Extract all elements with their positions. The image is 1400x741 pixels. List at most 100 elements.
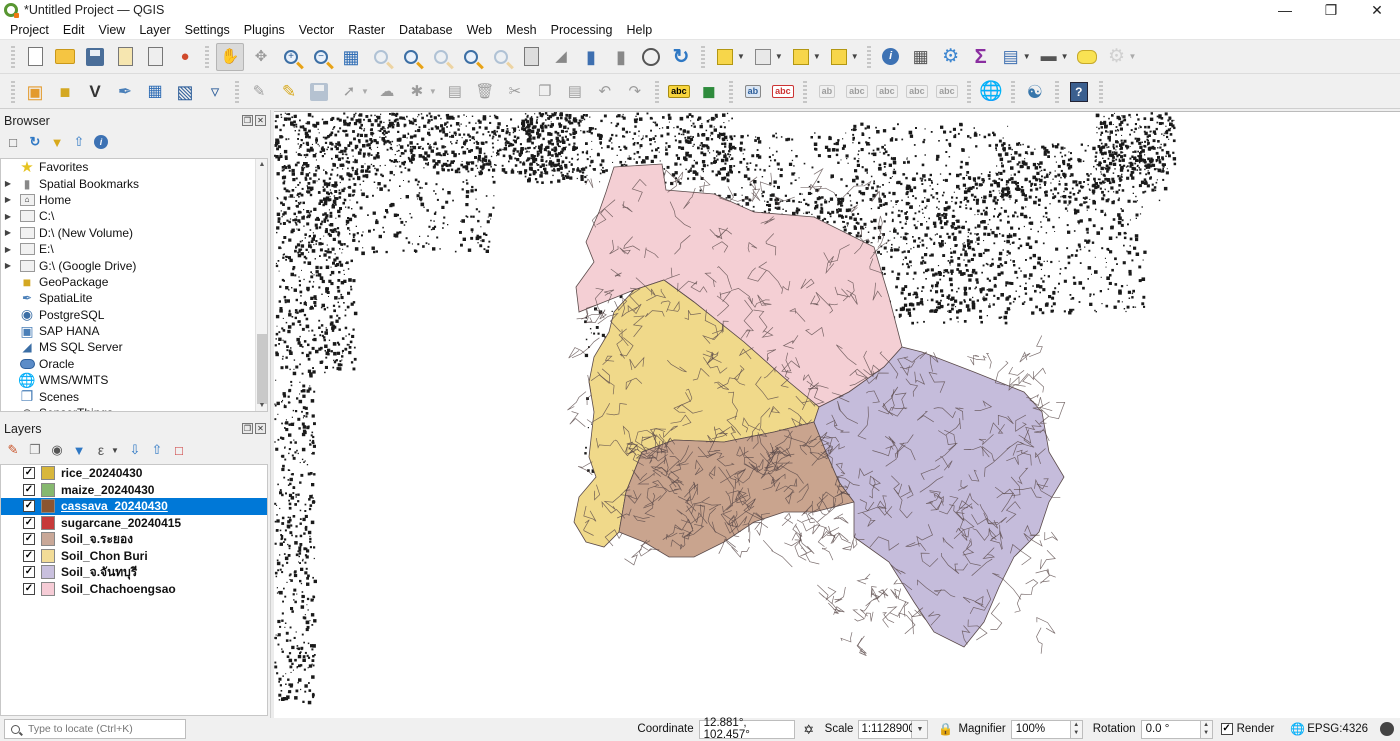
expand-arrow-icon[interactable]: ▶ <box>1 179 15 188</box>
new-mesh-layer-icon[interactable]: ▿ <box>204 81 226 103</box>
change-label-icon[interactable]: abc <box>936 81 958 103</box>
modify-attributes-icon[interactable]: ▤ <box>444 81 466 103</box>
layer-visibility-checkbox[interactable]: ✓ <box>23 500 35 513</box>
pin-unpin-label-icon[interactable]: ab <box>816 81 838 103</box>
browser-item-e-drive[interactable]: ▶ E:\ <box>1 241 267 257</box>
layer-row[interactable]: ✓ maize_20240430 <box>1 482 267 499</box>
zoom-native-icon[interactable] <box>430 46 452 68</box>
dropdown-arrow-icon[interactable]: ▼ <box>1061 52 1069 61</box>
browser-item-geopackage[interactable]: ■ GeoPackage <box>1 274 267 290</box>
layer-row[interactable]: ✓ Soil_จ.ระยอง <box>1 531 267 548</box>
save-project-icon[interactable] <box>84 46 106 68</box>
layout-manager-icon[interactable] <box>144 46 166 68</box>
toggle-editing-icon[interactable]: ✎ <box>278 81 300 103</box>
lock-scale-icon[interactable]: 🔒 <box>938 721 953 737</box>
locator-settings-icon[interactable]: ⚙ <box>1106 46 1128 68</box>
expand-arrow-icon[interactable]: ▶ <box>1 261 15 270</box>
toolbar-grip[interactable] <box>966 80 971 103</box>
expand-arrow-icon[interactable]: ▶ <box>1 228 15 237</box>
measure-line-icon[interactable]: ▬ <box>1038 46 1060 68</box>
save-edits-icon[interactable] <box>308 81 330 103</box>
new-spatialite-layer-icon[interactable]: ✒ <box>114 81 136 103</box>
data-source-manager-icon[interactable]: ▣ <box>24 81 46 103</box>
filter-by-expression-icon[interactable]: ε <box>92 441 110 459</box>
layer-labeling-icon[interactable]: abc <box>668 81 690 103</box>
vertex-tool-icon[interactable]: ✱ <box>406 81 428 103</box>
add-polygon-icon[interactable]: ☁ <box>376 81 398 103</box>
highlight-pinned-labels-icon[interactable]: abc <box>772 81 794 103</box>
new-bookmark-icon[interactable]: ▮ <box>580 46 602 68</box>
select-by-attribute-icon[interactable] <box>752 46 774 68</box>
refresh-icon[interactable]: ↻ <box>670 46 692 68</box>
dropdown-arrow-icon[interactable]: ▼ <box>1129 52 1137 61</box>
float-panel-icon[interactable]: ❐ <box>242 115 253 126</box>
identify-features-icon[interactable]: i <box>880 46 902 68</box>
crs-button[interactable]: EPSG:4326 <box>1307 723 1368 735</box>
dropdown-arrow-icon[interactable]: ▼ <box>429 87 437 96</box>
toolbar-grip[interactable] <box>654 80 659 103</box>
scroll-up-arrow-icon[interactable]: ▲ <box>256 161 267 168</box>
browser-item-favorites[interactable]: ★ Favorites <box>1 159 267 176</box>
zoom-out-icon[interactable]: − <box>310 46 332 68</box>
toolbar-grip[interactable] <box>866 45 871 68</box>
menu-processing[interactable]: Processing <box>544 23 620 37</box>
toolbar-grip[interactable] <box>235 80 239 103</box>
open-attribute-table-icon[interactable]: ▤ <box>1000 46 1022 68</box>
layer-visibility-checkbox[interactable]: ✓ <box>23 533 35 546</box>
zoom-next-icon[interactable] <box>490 46 512 68</box>
layer-visibility-checkbox[interactable]: ✓ <box>23 516 35 529</box>
messages-icon[interactable] <box>1380 722 1394 736</box>
browser-item-spatial-bookmarks[interactable]: ▶ ▮ Spatial Bookmarks <box>1 175 267 191</box>
menu-database[interactable]: Database <box>392 23 460 37</box>
delete-selected-icon[interactable]: 🗑 <box>474 81 496 103</box>
magnifier-field[interactable]: 100% <box>1010 719 1071 739</box>
new-virtual-layer-icon[interactable]: ▧ <box>174 81 196 103</box>
browser-item-wms[interactable]: 🌐 WMS/WMTS <box>1 372 267 388</box>
browser-item-scenes[interactable]: ❐ Scenes <box>1 388 267 404</box>
scale-dropdown-icon[interactable]: ▼ <box>912 719 929 739</box>
menu-vector[interactable]: Vector <box>292 23 341 37</box>
menu-view[interactable]: View <box>91 23 132 37</box>
toolbar-grip[interactable] <box>1054 80 1059 103</box>
dropdown-arrow-icon[interactable]: ▼ <box>813 52 821 61</box>
menu-help[interactable]: Help <box>619 23 659 37</box>
filter-browser-icon[interactable]: ▼ <box>48 133 66 151</box>
dropdown-arrow-icon[interactable]: ▼ <box>1023 52 1031 61</box>
layer-visibility-checkbox[interactable]: ✓ <box>23 566 35 579</box>
zoom-full-icon[interactable]: ▦ <box>340 46 362 68</box>
map-canvas[interactable] <box>274 111 1400 718</box>
paste-features-icon[interactable]: ▤ <box>564 81 586 103</box>
layer-row[interactable]: ✓ Soil_Chachoengsao <box>1 581 267 598</box>
rotate-label-icon[interactable]: abc <box>906 81 928 103</box>
layer-row[interactable]: ✓ rice_20240430 <box>1 465 267 482</box>
remove-layer-icon[interactable]: □ <box>170 441 188 459</box>
minimize-button[interactable]: — <box>1262 0 1308 20</box>
new-geopackage-layer-icon[interactable]: ■ <box>54 81 76 103</box>
dropdown-arrow-icon[interactable]: ▼ <box>737 52 745 61</box>
select-features-icon[interactable] <box>714 46 736 68</box>
collapse-all-icon[interactable]: ⇧ <box>148 441 166 459</box>
toolbar-grip[interactable] <box>205 45 209 68</box>
cut-features-icon[interactable]: ✂ <box>504 81 526 103</box>
layer-visibility-checkbox[interactable]: ✓ <box>23 467 35 480</box>
redo-icon[interactable]: ↷ <box>624 81 646 103</box>
dropdown-arrow-icon[interactable]: ▼ <box>775 52 783 61</box>
new-project-icon[interactable] <box>24 46 46 68</box>
menu-settings[interactable]: Settings <box>178 23 237 37</box>
dropdown-arrow-icon[interactable]: ▼ <box>851 52 859 61</box>
pan-to-selection-icon[interactable]: ✥ <box>250 46 272 68</box>
layer-visibility-checkbox[interactable]: ✓ <box>23 549 35 562</box>
toggle-extents-icon[interactable]: ✡ <box>801 721 817 737</box>
browser-item-d-drive[interactable]: ▶ D:\ (New Volume) <box>1 225 267 241</box>
menu-mesh[interactable]: Mesh <box>499 23 544 37</box>
browser-item-spatialite[interactable]: ✒ SpatiaLite <box>1 290 267 306</box>
filter-legend-icon[interactable]: ▼ <box>70 441 88 459</box>
toolbar-grip[interactable] <box>1010 80 1015 103</box>
toolbar-grip[interactable] <box>1098 80 1103 103</box>
restore-button[interactable]: ❐ <box>1308 0 1354 20</box>
menu-plugins[interactable]: Plugins <box>237 23 292 37</box>
new-temporary-layer-icon[interactable]: ▦ <box>144 81 166 103</box>
scroll-down-arrow-icon[interactable]: ▼ <box>256 402 267 409</box>
menu-web[interactable]: Web <box>460 23 499 37</box>
refresh-icon[interactable]: ↻ <box>26 133 44 151</box>
